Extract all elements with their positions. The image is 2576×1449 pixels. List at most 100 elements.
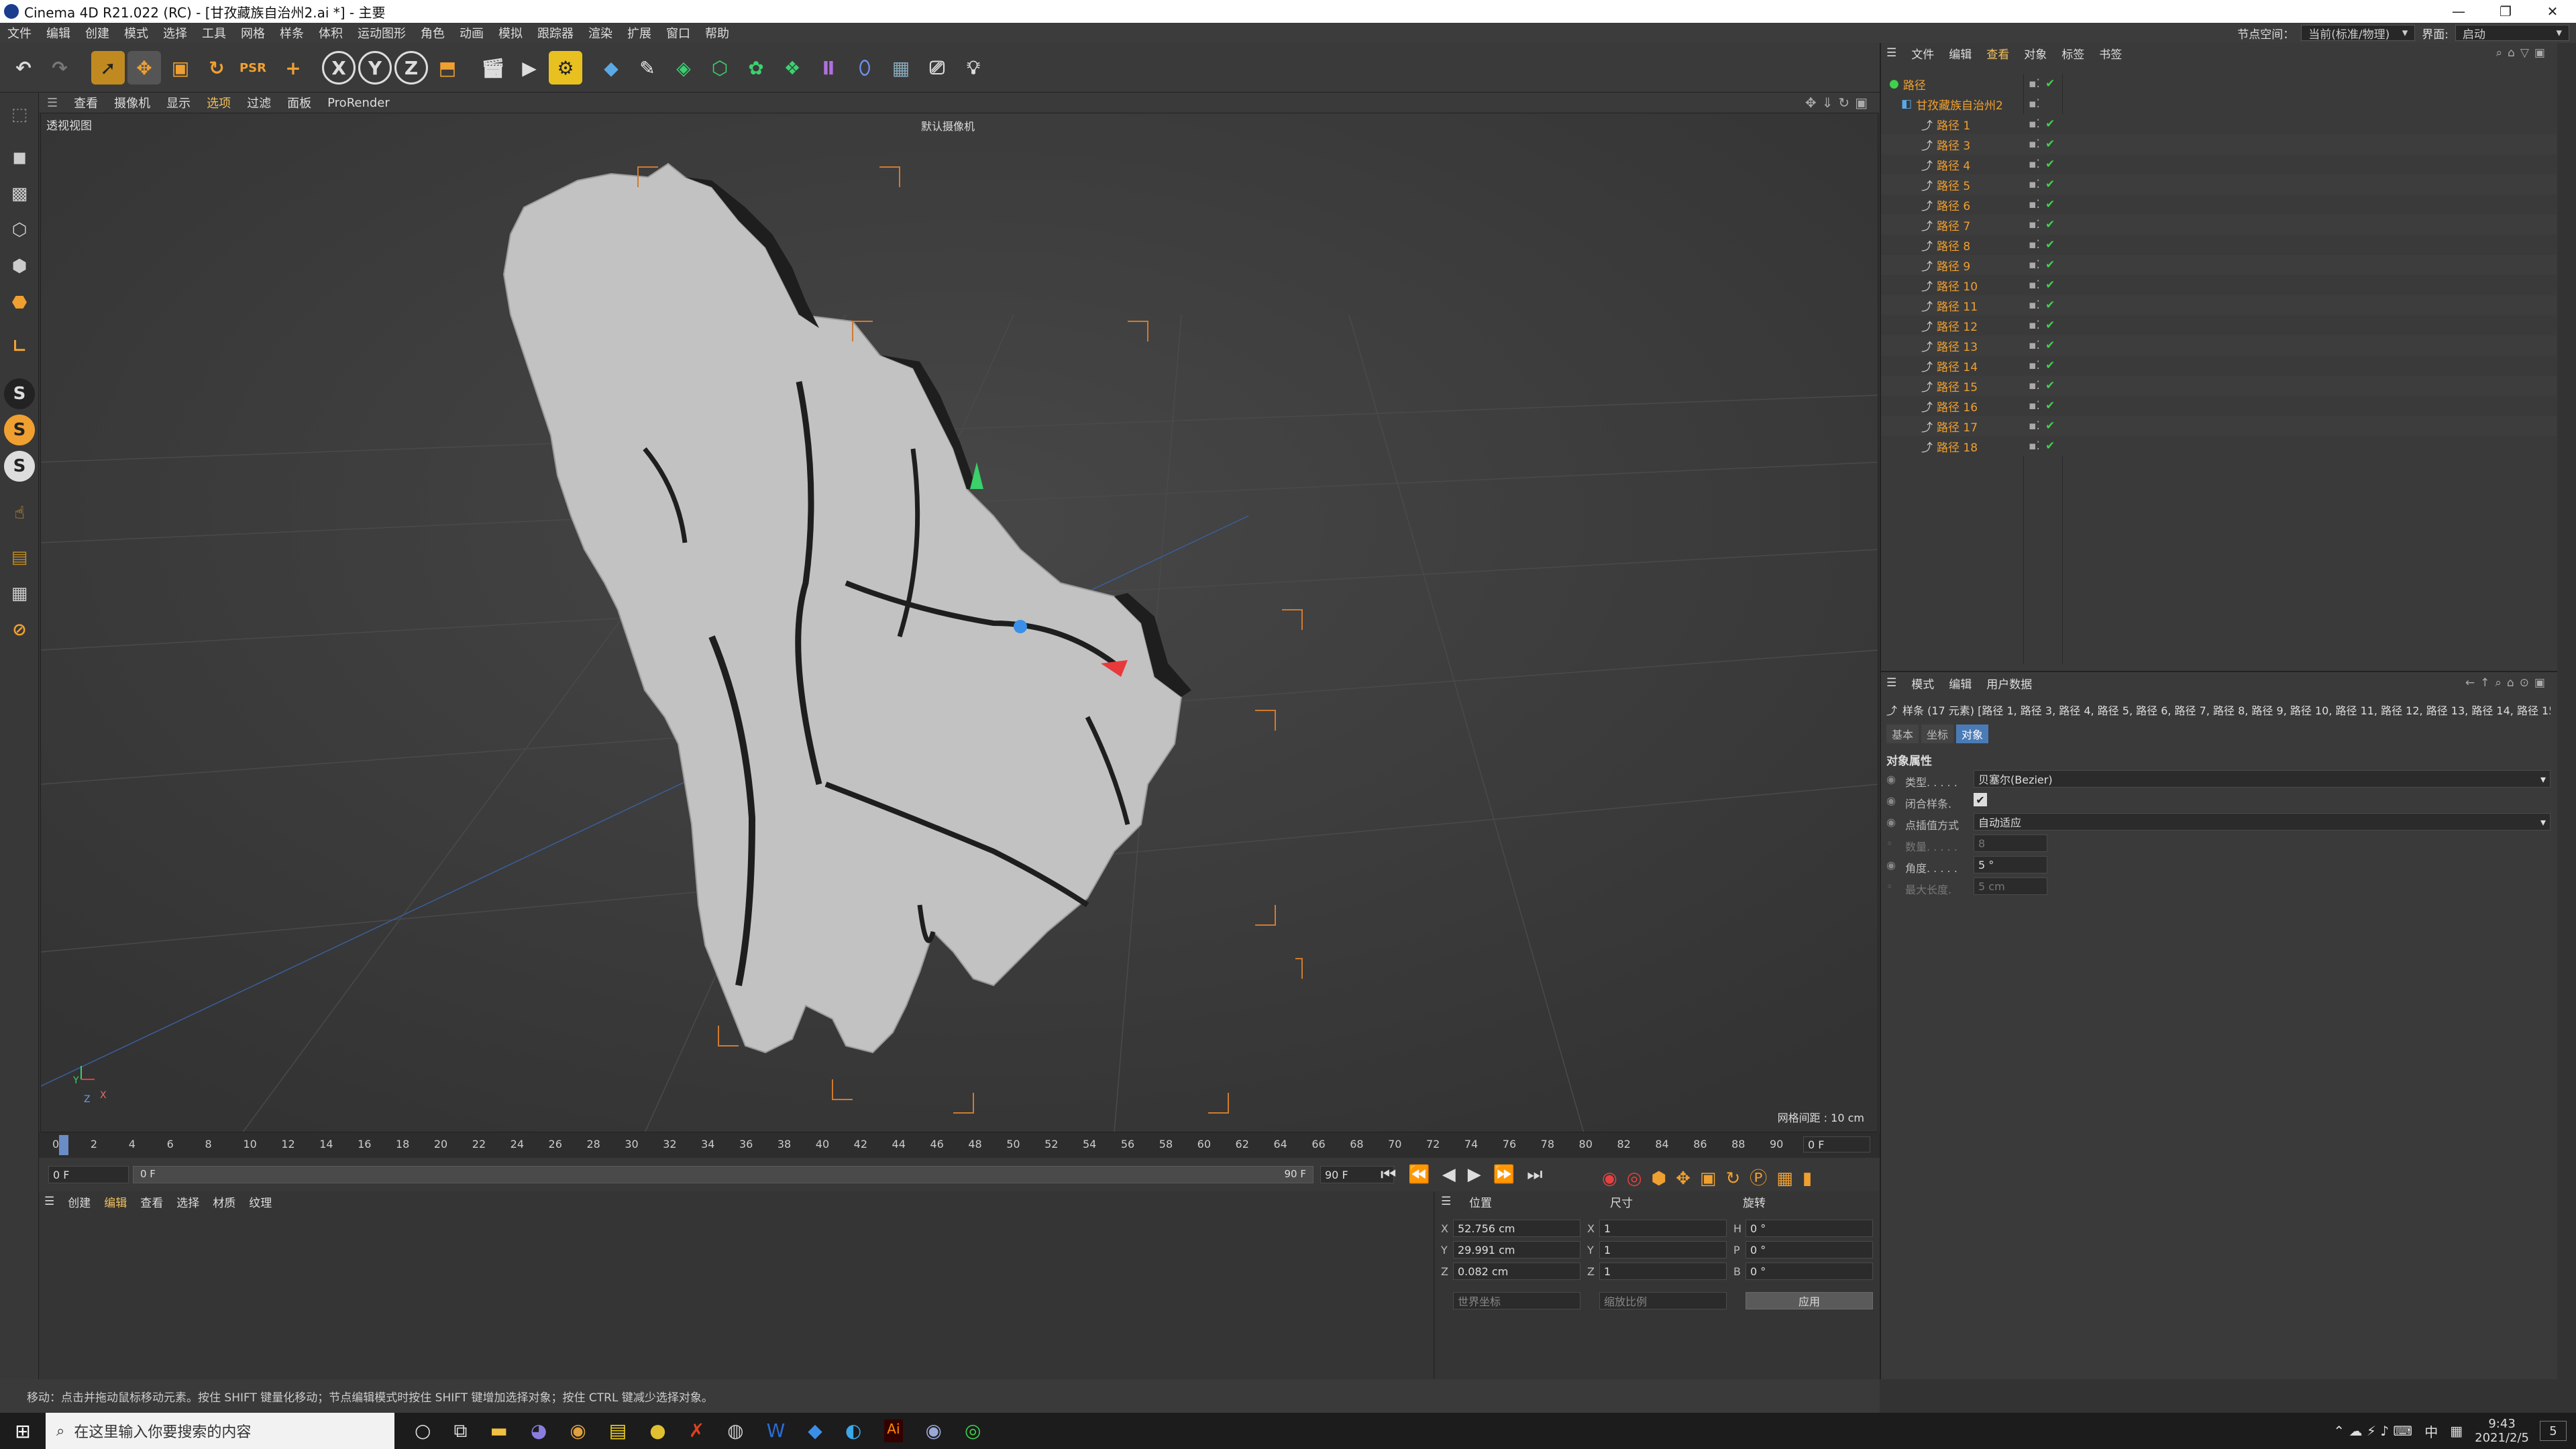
minimize-button[interactable]: — xyxy=(2435,0,2482,23)
object-row[interactable]: ⤴ 路径 1 ▪⁚ ✔ xyxy=(1881,114,2559,134)
autokey-icon[interactable]: ◎ xyxy=(1627,1169,1652,1189)
coord-mode-dropdown[interactable]: 世界坐标 xyxy=(1453,1292,1580,1309)
object-row-group[interactable]: ◧ 甘孜藏族自治州2 ▪⁚ xyxy=(1881,94,2559,114)
vp-menu-filter[interactable]: 过滤 xyxy=(239,94,279,111)
camera-icon[interactable]: ⎚ xyxy=(920,51,954,85)
light-icon[interactable]: 💡︎ xyxy=(957,51,990,85)
render-view-icon[interactable]: 🎬︎ xyxy=(476,51,510,85)
rotation-key-icon[interactable]: ↻ xyxy=(1725,1169,1750,1189)
attr-hamburger-icon[interactable]: ☰ xyxy=(1886,676,1896,690)
playhead[interactable] xyxy=(59,1135,68,1155)
viewport-nav-icons[interactable]: ✥⇓↻▣ xyxy=(1805,95,1873,111)
pos-z-field[interactable]: 0.082 cm xyxy=(1453,1263,1580,1280)
object-row[interactable]: ⤴ 路径 18 ▪⁚ ✔ xyxy=(1881,436,2559,456)
select-tool-icon[interactable]: ➚ xyxy=(91,51,125,85)
enabled-check-icon[interactable]: ✔ xyxy=(2045,359,2055,372)
model-mode-icon[interactable]: ◼ xyxy=(4,142,35,173)
object-row[interactable]: ⤴ 路径 17 ▪⁚ ✔ xyxy=(1881,416,2559,436)
cube-icon[interactable]: ◆ xyxy=(594,51,628,85)
object-row[interactable]: ⤴ 路径 7 ▪⁚ ✔ xyxy=(1881,215,2559,235)
coord-hamburger-icon[interactable]: ☰ xyxy=(1441,1195,1451,1208)
menu-edit[interactable]: 编辑 xyxy=(39,24,78,42)
file-explorer-icon[interactable]: ▬ xyxy=(490,1419,507,1442)
perspective-viewport[interactable]: 透视视图 默认摄像机 网格间距 : 10 cm Y X Z xyxy=(40,113,1878,1132)
menu-simulate[interactable]: 模拟 xyxy=(491,24,530,42)
viewport-hamburger-icon[interactable]: ☰ xyxy=(39,96,66,110)
obj-menu-edit[interactable]: 编辑 xyxy=(1949,45,1972,62)
notification-center[interactable]: 5 xyxy=(2540,1421,2567,1441)
taskbar-search-input[interactable]: ⌕ 在这里输入你要搜索的内容 xyxy=(46,1413,394,1449)
texture-mode-icon[interactable]: ▩ xyxy=(4,178,35,209)
visibility-icon[interactable]: ▪⁚ xyxy=(2029,77,2040,91)
enabled-check-icon[interactable]: ✔ xyxy=(2045,77,2055,91)
obj-menu-file[interactable]: 文件 xyxy=(1911,45,1934,62)
menu-file[interactable]: 文件 xyxy=(0,24,39,42)
menu-tracker[interactable]: 跟踪器 xyxy=(530,24,581,42)
start-frame-field[interactable]: 0 F xyxy=(48,1166,129,1183)
quantize-icon[interactable]: S xyxy=(4,451,35,482)
visibility-icon[interactable]: ▪⁚ xyxy=(2029,299,2040,312)
app-icon-2[interactable]: ● xyxy=(649,1419,665,1442)
visibility-icon[interactable]: ▪⁚ xyxy=(2029,117,2040,131)
enabled-check-icon[interactable]: ✔ xyxy=(2045,117,2055,131)
coordinate-system-icon[interactable]: ⬒ xyxy=(431,51,464,85)
menu-mesh[interactable]: 网格 xyxy=(233,24,272,42)
visibility-icon[interactable]: ▪⁚ xyxy=(2029,238,2040,252)
edges-mode-icon[interactable]: ⬢ xyxy=(4,251,35,282)
enabled-check-icon[interactable]: ✔ xyxy=(2045,138,2055,151)
enabled-check-icon[interactable]: ✔ xyxy=(2045,218,2055,231)
rotate-tool-icon[interactable]: ↻ xyxy=(200,51,233,85)
size-x-field[interactable]: 1 xyxy=(1599,1220,1727,1237)
tab-coord[interactable]: 坐标 xyxy=(1921,724,1954,743)
object-row[interactable]: ⤴ 路径 16 ▪⁚ ✔ xyxy=(1881,396,2559,416)
illustrator-icon[interactable]: Ai xyxy=(884,1419,903,1442)
enabled-check-icon[interactable]: ✔ xyxy=(2045,258,2055,272)
rot-b-field[interactable]: 0 ° xyxy=(1746,1263,1873,1280)
undo-icon[interactable]: ↶ xyxy=(7,51,40,85)
enabled-check-icon[interactable]: ✔ xyxy=(2045,319,2055,332)
object-row[interactable]: ⤴ 路径 9 ▪⁚ ✔ xyxy=(1881,255,2559,275)
workplane-icon[interactable]: ▤ xyxy=(4,542,35,573)
move-tool-icon[interactable]: ✥ xyxy=(127,51,161,85)
tab-object[interactable]: 对象 xyxy=(1956,724,1989,743)
attr-menu-userdata[interactable]: 用户数据 xyxy=(1986,675,2032,692)
menu-tools[interactable]: 工具 xyxy=(195,24,233,42)
points-mode-icon[interactable]: ⬡ xyxy=(4,215,35,246)
mat-menu-texture[interactable]: 纹理 xyxy=(249,1193,272,1210)
snap-icon[interactable]: S xyxy=(4,378,35,409)
ime-grid-icon[interactable]: ▦ xyxy=(2450,1423,2463,1439)
enabled-check-icon[interactable]: ✔ xyxy=(2045,278,2055,292)
object-row[interactable]: ⤴ 路径 15 ▪⁚ ✔ xyxy=(1881,376,2559,396)
polygons-mode-icon[interactable]: ⬣ xyxy=(4,287,35,318)
enabled-check-icon[interactable]: ✔ xyxy=(2045,299,2055,312)
obj-menu-object[interactable]: 对象 xyxy=(2024,45,2047,62)
enabled-check-icon[interactable]: ✔ xyxy=(2045,439,2055,453)
object-row[interactable]: ⤴ 路径 6 ▪⁚ ✔ xyxy=(1881,195,2559,215)
wps-icon[interactable]: ✗ xyxy=(689,1419,704,1442)
frame-range-slider[interactable]: 0 F 90 F xyxy=(133,1166,1313,1183)
clock[interactable]: 9:43 2021/2/5 xyxy=(2475,1417,2529,1445)
visibility-icon[interactable]: ▪⁚ xyxy=(2029,158,2040,171)
angle-field[interactable]: 5 ° xyxy=(1974,856,2047,873)
z-axis-handle-icon[interactable] xyxy=(1014,620,1027,633)
visibility-icon[interactable]: ▪⁚ xyxy=(2029,178,2040,191)
menu-help[interactable]: 帮助 xyxy=(698,24,737,42)
obj-menu-tags[interactable]: 标签 xyxy=(2061,45,2084,62)
vp-menu-view[interactable]: 查看 xyxy=(66,94,106,111)
menu-window[interactable]: 窗口 xyxy=(659,24,698,42)
app-icon-4[interactable]: ◆ xyxy=(808,1419,822,1442)
object-row-root[interactable]: ● 路径 ▪⁚ ✔ xyxy=(1881,74,2559,94)
visibility-icon[interactable]: ▪⁚ xyxy=(2029,218,2040,231)
pos-y-field[interactable]: 29.991 cm xyxy=(1453,1241,1580,1258)
menu-create[interactable]: 创建 xyxy=(78,24,117,42)
vp-menu-options[interactable]: 选项 xyxy=(199,94,239,111)
attr-nav-icons[interactable]: ←↑⌕⌂⊙▣ xyxy=(2465,676,2551,690)
menu-animate[interactable]: 动画 xyxy=(452,24,491,42)
enabled-check-icon[interactable]: ✔ xyxy=(2045,178,2055,191)
object-row[interactable]: ⤴ 路径 10 ▪⁚ ✔ xyxy=(1881,275,2559,295)
visibility-icon[interactable]: ▪⁚ xyxy=(2029,359,2040,372)
visibility-icon[interactable]: ▪⁚ xyxy=(2029,339,2040,352)
locked-workplane-icon[interactable]: ☝ xyxy=(4,498,35,529)
cinema4d-taskbar-icon[interactable]: ◉ xyxy=(926,1419,942,1442)
subdivision-icon[interactable]: ◈ xyxy=(667,51,700,85)
